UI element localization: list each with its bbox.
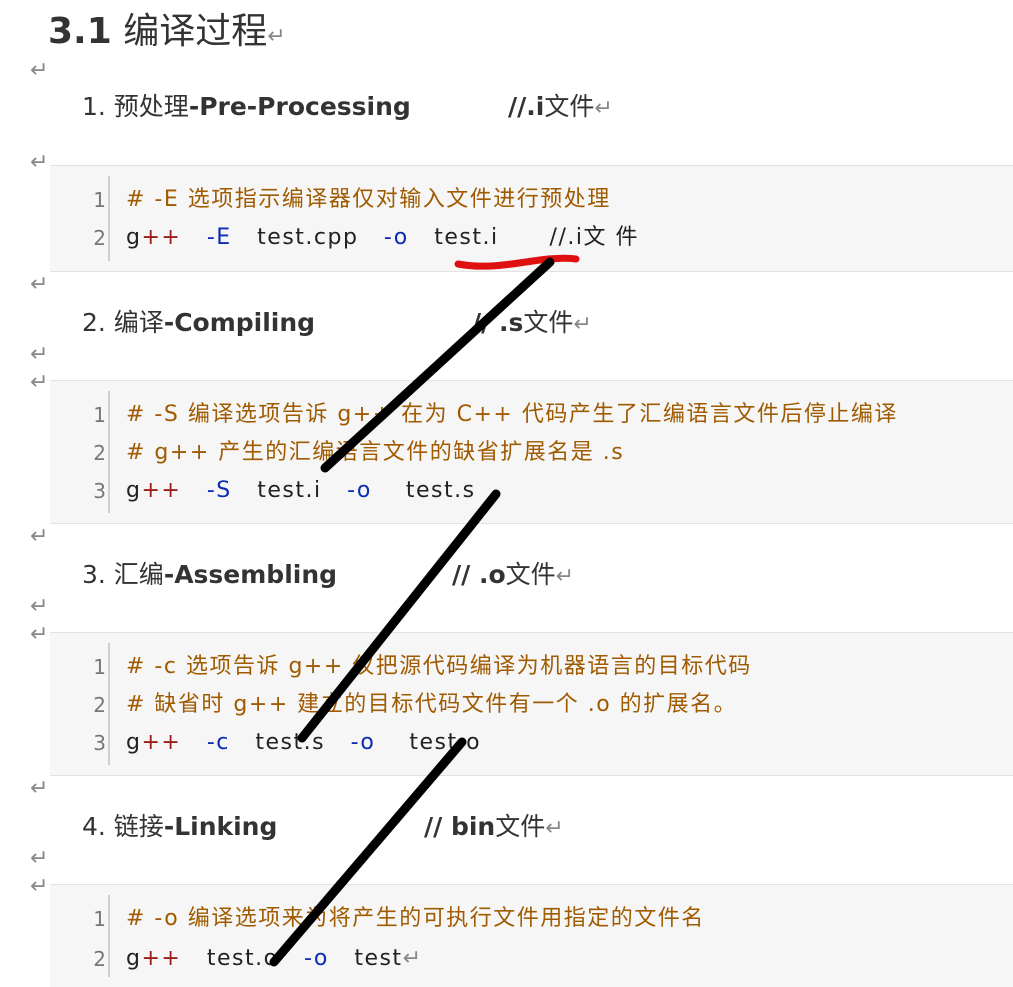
handwritten-annotations: [269, 254, 580, 967]
red-underline: [454, 254, 580, 270]
black-arrow-line-3: [269, 737, 467, 967]
black-arrow-line-2: [297, 489, 501, 743]
black-arrow-line-1: [320, 257, 555, 473]
